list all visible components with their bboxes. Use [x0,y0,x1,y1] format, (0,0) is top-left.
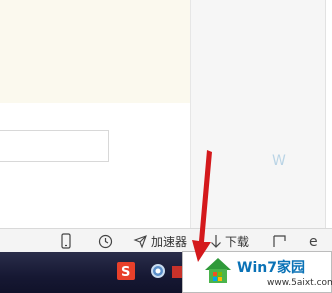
clock-icon [98,234,113,248]
faded-watermark: W [272,153,286,169]
ie-icon: e [309,234,318,249]
brand-url: www.5aixt.com [267,278,332,288]
download-label: 下载 [225,234,250,249]
svg-text:e: e [309,234,318,249]
history-button[interactable] [98,232,113,250]
sogou-input-icon[interactable]: S [117,262,135,280]
gear-tray-icon[interactable] [149,262,167,280]
browser-content: W [0,0,332,228]
scroll-edge[interactable] [325,0,332,228]
mobile-icon [61,233,71,249]
accelerator-button[interactable]: 加速器 [133,232,187,250]
watermark-badge: Win7家园 www.5aixt.com [182,251,332,293]
notice-pane [0,0,190,103]
text-input-box[interactable] [0,130,109,162]
browser-status-bar: 加速器 下载 e [0,228,332,252]
accelerator-label: 加速器 [151,234,188,249]
download-button[interactable]: 下载 [210,232,249,250]
download-arrow-icon [211,234,221,248]
svg-text:S: S [121,265,130,280]
win7-house-logo [205,258,231,283]
right-pane [191,0,325,228]
mobile-button[interactable] [60,232,72,250]
screenshot-icon [273,234,286,247]
svg-text:W: W [272,153,286,169]
screenshot-button[interactable] [272,232,287,250]
ie-button[interactable]: e [307,232,323,250]
brand-name: Win7家园 [237,260,305,276]
rocket-icon [133,234,147,249]
